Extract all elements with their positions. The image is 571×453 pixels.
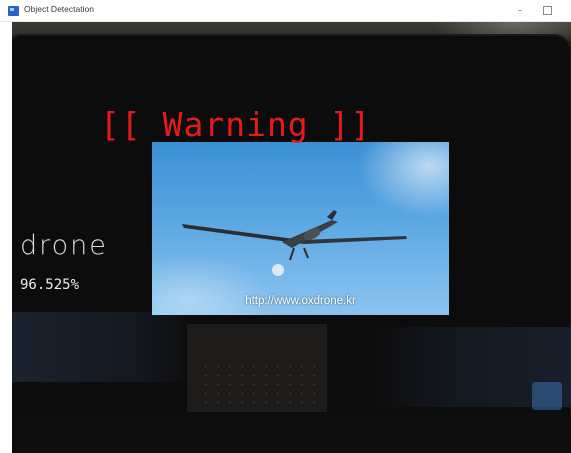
maximize-icon	[542, 5, 552, 15]
background-desk-left	[12, 312, 192, 382]
maximize-button[interactable]	[533, 0, 561, 22]
drone-icon	[182, 210, 407, 276]
window-title: Object Detectation	[24, 4, 94, 14]
video-frame: http://www.oxdrone.kr [[ Warning ]] dron…	[12, 22, 571, 453]
warning-banner: [[ Warning ]]	[100, 105, 372, 144]
drone-photo: http://www.oxdrone.kr	[152, 142, 449, 315]
window-titlebar[interactable]: Object Detectation –	[0, 0, 571, 22]
detection-confidence: 96.525%	[20, 277, 80, 293]
photo-url-caption: http://www.oxdrone.kr	[245, 295, 356, 307]
background-keyboard-keys	[200, 362, 320, 404]
background-object	[532, 382, 562, 410]
app-icon	[8, 6, 19, 16]
minimize-button[interactable]: –	[506, 0, 534, 22]
background-floor	[12, 414, 571, 453]
detection-label: drone	[20, 230, 108, 261]
